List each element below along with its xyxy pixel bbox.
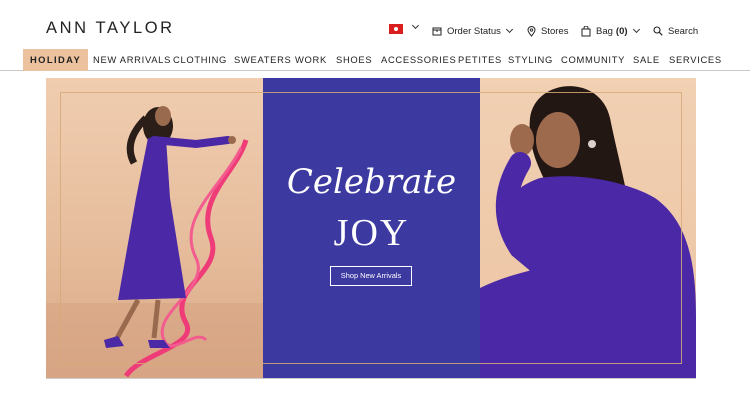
order-status-label: Order Status — [447, 25, 501, 37]
chevron-down-icon — [632, 25, 640, 34]
stores-label: Stores — [541, 25, 569, 37]
nav-item-styling[interactable]: STYLING — [508, 49, 553, 71]
nav-item-work[interactable]: WORK — [295, 49, 327, 71]
search-button[interactable]: Search — [653, 24, 698, 38]
nav-item-sweaters[interactable]: SWEATERS — [234, 49, 292, 71]
stores-link[interactable]: Stores — [527, 24, 568, 38]
search-label: Search — [668, 25, 699, 37]
search-icon — [653, 26, 663, 36]
nav-item-new-arrivals[interactable]: NEW ARRIVALS — [93, 49, 171, 71]
hero-gold-frame — [60, 92, 682, 364]
chevron-down-icon — [505, 25, 513, 34]
nav-item-holiday[interactable]: HOLIDAY — [23, 49, 89, 71]
country-flag-icon[interactable] — [389, 24, 403, 34]
bag-count: (0) — [615, 25, 628, 37]
nav-item-clothing[interactable]: CLOTHING — [173, 49, 227, 71]
nav-item-community[interactable]: COMMUNITY — [561, 49, 625, 71]
chevron-down-icon[interactable] — [411, 21, 420, 30]
bag-label: Bag — [596, 25, 613, 37]
shopping-bag-icon — [581, 25, 591, 36]
hero-bottom-divider — [46, 378, 696, 379]
bag-button[interactable]: Bag (0) — [581, 24, 640, 38]
main-nav: HOLIDAY NEW ARRIVALS CLOTHING SWEATERS W… — [0, 49, 750, 71]
nav-item-sale[interactable]: SALE — [633, 49, 660, 71]
nav-item-shoes[interactable]: SHOES — [336, 49, 372, 71]
hero-banner[interactable]: Celebrate JOY Shop New Arrivals — [46, 78, 696, 378]
order-status-menu[interactable]: Order Status — [432, 24, 513, 38]
site-header: ANN TAYLOR Order Status Stores Bag (0) S… — [0, 0, 750, 48]
nav-item-accessories[interactable]: ACCESSORIES — [381, 49, 456, 71]
brand-logo[interactable]: ANN TAYLOR — [46, 19, 175, 38]
nav-item-services[interactable]: SERVICES — [669, 49, 722, 71]
nav-item-petites[interactable]: PETITES — [458, 49, 502, 71]
location-pin-icon — [527, 25, 536, 37]
box-icon — [432, 27, 442, 36]
